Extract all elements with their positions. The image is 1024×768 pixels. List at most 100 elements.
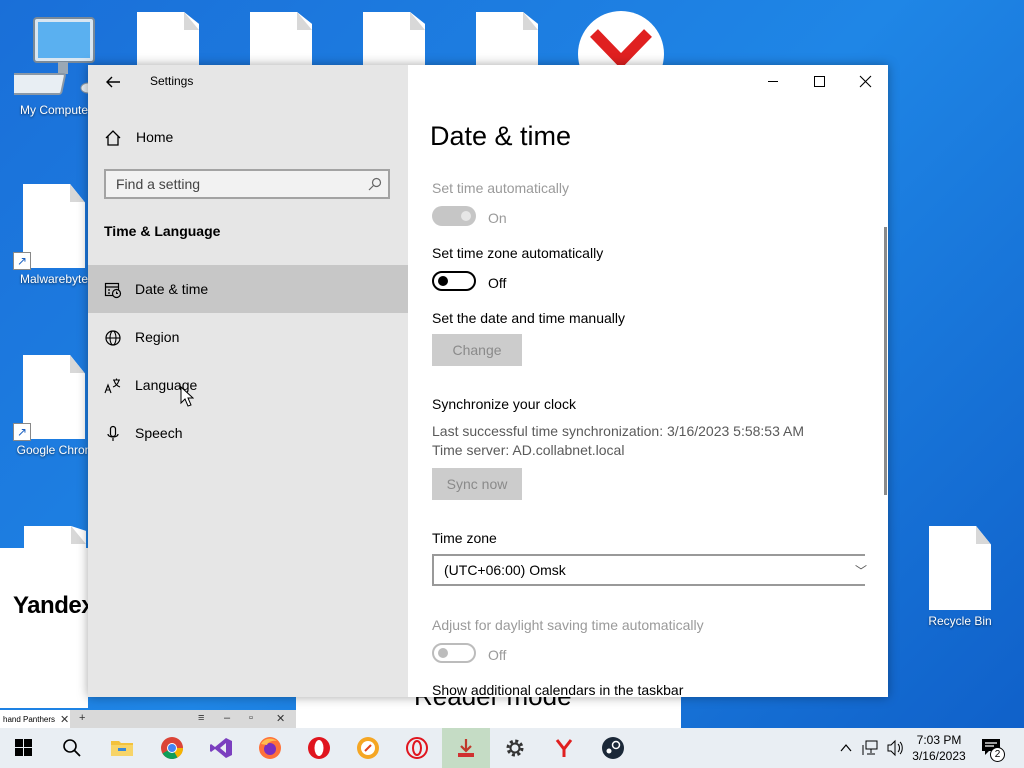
settings-button[interactable] [491, 728, 539, 768]
desktop-icon-label: Malwarebyte [19, 272, 89, 286]
nav-label: Speech [135, 425, 183, 441]
desktop-icon-malwarebytes[interactable]: ↗ Malwarebyte [13, 184, 94, 286]
chevron-up-icon[interactable] [838, 740, 854, 756]
minimize-button[interactable] [750, 65, 796, 97]
maximize-button[interactable] [796, 65, 842, 97]
last-sync-text: Last successful time synchronization: 3/… [432, 423, 804, 439]
browser-icon [357, 737, 379, 759]
microphone-icon [107, 425, 119, 441]
home-label: Home [136, 129, 174, 145]
set-tz-auto-state: Off [488, 275, 507, 291]
sync-title: Synchronize your clock [432, 396, 576, 412]
steam-button[interactable] [589, 728, 637, 768]
opera-gx-icon [406, 737, 428, 759]
file-icon [23, 355, 85, 439]
maximize-icon[interactable]: ▫ [249, 712, 253, 724]
settings-window: Settings Home Find a setting Time & Lang… [88, 65, 888, 697]
chevron-down-icon: ﹀ [854, 564, 867, 578]
shortcut-arrow-icon: ↗ [13, 252, 31, 270]
nav-label: Region [135, 329, 180, 345]
yandex-download-button[interactable] [442, 728, 490, 768]
time-zone-select[interactable]: (UTC+06:00) Omsk ﹀ [432, 554, 867, 586]
taskbar: 7:03 PM 3/16/2023 2 [0, 728, 1024, 768]
nav-item-date-time[interactable]: Date & time [88, 265, 408, 313]
set-time-auto-state: On [488, 210, 507, 226]
browser-button[interactable] [344, 728, 392, 768]
back-arrow-icon[interactable] [104, 73, 122, 91]
chrome-button[interactable] [148, 728, 196, 768]
scrollbar[interactable] [884, 227, 887, 495]
desktop-icon-recycle-bin[interactable]: Recycle Bin [920, 526, 1000, 628]
close-icon[interactable]: ✕ [60, 713, 69, 726]
shortcut-arrow-icon: ↗ [13, 423, 31, 441]
set-tz-auto-label: Set time zone automatically [432, 245, 604, 261]
date-time-icon [104, 282, 122, 299]
yandex-browser-icon[interactable] [578, 11, 664, 65]
browser-tab-title: hand Panthers [3, 715, 56, 724]
desktop-icon-label: My Compute [19, 103, 89, 117]
windows-logo-icon [15, 739, 32, 756]
yandex-text: Yandex [13, 592, 95, 619]
nav-item-language[interactable]: Language [88, 361, 408, 409]
nav-item-speech[interactable]: Speech [88, 409, 408, 457]
chrome-icon [161, 737, 183, 759]
menu-icon[interactable]: ≡ [198, 712, 204, 724]
file-icon [23, 184, 85, 268]
nav-label: Date & time [135, 281, 209, 297]
computer-icon [0, 17, 96, 95]
opera-button[interactable] [295, 728, 343, 768]
close-button[interactable] [842, 65, 888, 97]
desktop-file-icon[interactable] [250, 12, 312, 66]
set-time-auto-toggle[interactable] [432, 206, 476, 226]
globe-icon [105, 330, 121, 346]
notification-badge: 2 [990, 747, 1005, 762]
taskbar-clock[interactable]: 7:03 PM 3/16/2023 [900, 732, 978, 764]
download-icon [458, 739, 474, 757]
background-browser-tabbar: hand Panthers ✕ + ≡ – ▫ ✕ [0, 710, 296, 729]
minimize-icon [768, 81, 778, 82]
desktop-file-icon[interactable] [24, 526, 86, 548]
change-button[interactable]: Change [432, 334, 522, 366]
start-button[interactable] [0, 728, 48, 768]
desktop-file-icon[interactable] [137, 12, 199, 66]
desktop-icon-google-chrome[interactable]: ↗ Google Chron [13, 355, 94, 457]
desktop-icon-my-computer[interactable]: My Compute [0, 14, 96, 117]
opera-gx-button[interactable] [393, 728, 441, 768]
time-server-text: Time server: AD.collabnet.local [432, 442, 625, 458]
search-icon [63, 739, 81, 757]
desktop-icon-label: Google Chron [16, 443, 92, 457]
sync-now-button[interactable]: Sync now [432, 468, 522, 500]
dst-state: Off [488, 647, 507, 663]
additional-calendars-label: Show additional calendars in the taskbar [432, 682, 684, 697]
time-zone-label: Time zone [432, 530, 497, 546]
set-tz-auto-toggle[interactable] [432, 271, 476, 291]
firefox-button[interactable] [246, 728, 294, 768]
search-placeholder: Find a setting [116, 176, 201, 192]
maximize-icon [814, 76, 825, 87]
nav-item-region[interactable]: Region [88, 313, 408, 361]
settings-sidebar: Settings Home Find a setting Time & Lang… [88, 65, 408, 697]
notifications-button[interactable]: 2 [980, 736, 1005, 762]
search-button[interactable] [48, 728, 96, 768]
set-time-auto-label: Set time automatically [432, 180, 569, 196]
minimize-icon[interactable]: – [224, 712, 230, 724]
close-icon [859, 75, 872, 88]
desktop-file-icon[interactable] [476, 12, 538, 66]
visual-studio-button[interactable] [197, 728, 245, 768]
yandex-button[interactable] [540, 728, 588, 768]
desktop-icon-label: Recycle Bin [928, 614, 992, 628]
section-title: Time & Language [104, 223, 221, 239]
desktop-file-icon[interactable] [363, 12, 425, 66]
firefox-icon [259, 737, 281, 759]
home-icon [105, 130, 121, 146]
clock-time: 7:03 PM [916, 733, 962, 747]
new-tab-icon[interactable]: + [79, 712, 85, 724]
file-explorer-button[interactable] [98, 728, 146, 768]
reader-mode-text: Reader mode [414, 697, 572, 712]
dst-toggle[interactable] [432, 643, 476, 663]
background-reader-page: Reader mode [296, 697, 681, 728]
close-icon[interactable]: ✕ [276, 712, 285, 725]
find-setting-input[interactable]: Find a setting [104, 169, 390, 199]
language-icon [104, 378, 121, 394]
network-icon[interactable] [862, 739, 880, 757]
